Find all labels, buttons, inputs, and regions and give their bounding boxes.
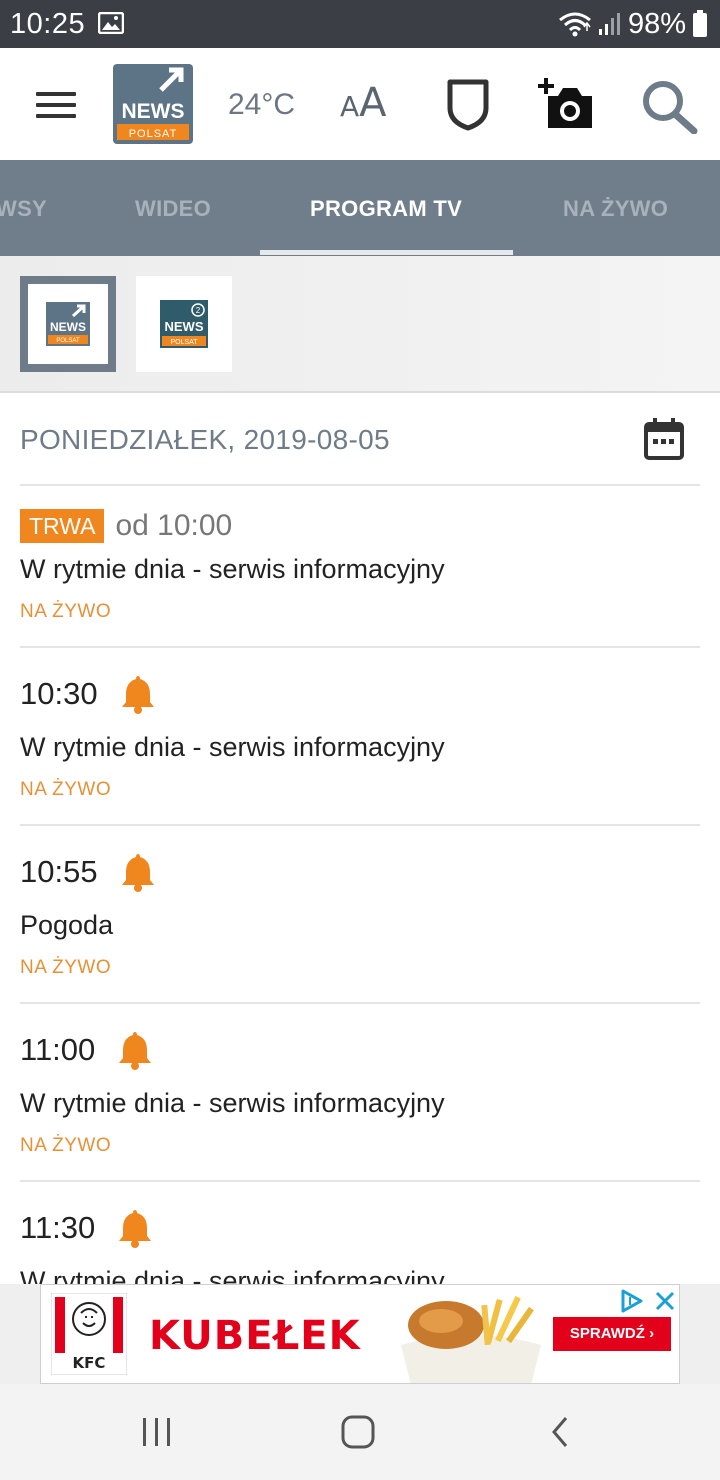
system-nav-bar [0,1384,720,1480]
program-time-line: 10:55 [20,852,156,892]
channel-polsat-news-2[interactable]: 2 NEWS POLSAT [136,276,232,372]
program-time: 10:55 [20,854,98,889]
svg-text:POLSAT: POLSAT [56,338,80,344]
svg-text:NEWS: NEWS [122,100,185,123]
search-icon[interactable] [640,78,698,134]
program-status: NA ŻYWO [20,601,112,622]
status-bar: 10:25 98% [0,0,720,48]
bell-icon[interactable] [117,1030,153,1070]
kfc-logo: KFC [51,1293,127,1375]
ad-choices-icon[interactable] [619,1289,645,1313]
image-icon [98,12,124,34]
program-time: 11:30 [20,1210,96,1245]
font-size-small-label: A [340,90,360,123]
active-tab-indicator [260,250,513,255]
battery-icon [693,10,707,37]
ad-banner[interactable]: KFC KUBEŁEK SPRAWDŹ › [40,1284,680,1384]
tab-bar: WSY WIDEO PROGRAM TV NA ŻYWO [0,160,720,256]
battery-percent: 98% [627,7,686,40]
ad-food-image [401,1295,541,1383]
channel-selector: NEWS POLSAT 2 NEWS POLSAT [0,256,720,393]
channel-logo: NEWS POLSAT [46,302,90,346]
shield-icon[interactable] [446,76,490,132]
schedule-date-row: PONIEDZIAŁEK, 2019-08-05 [20,412,700,486]
menu-icon[interactable] [36,92,76,118]
program-time-line: 10:30 [20,674,156,714]
bell-icon[interactable] [117,1208,153,1248]
svg-text:POLSAT: POLSAT [129,128,178,140]
tab-wideo[interactable]: WIDEO [135,196,211,222]
ad-cta-button[interactable]: SPRAWDŹ › [553,1317,671,1351]
app-header: NEWS POLSAT 24°C AA [0,48,720,160]
ad-headline: KUBEŁEK [149,1313,361,1359]
program-item[interactable]: 10:55 Pogoda NA ŻYWO [20,852,700,1004]
status-time: 10:25 [10,8,86,40]
news-polsat-logo[interactable]: NEWS POLSAT [113,64,193,144]
status-icons: 98% [558,8,708,40]
bell-icon[interactable] [120,852,156,892]
tab-program-tv[interactable]: PROGRAM TV [310,196,462,222]
program-title: Pogoda [20,910,114,940]
program-title: W rytmie dnia - serwis informacyjny [20,1266,445,1284]
font-size-big-label: A [359,80,387,126]
tab-news[interactable]: WSY [0,196,47,222]
program-time-line: 11:30 [20,1208,153,1248]
svg-text:NEWS: NEWS [50,320,86,334]
program-item[interactable]: TRWA od 10:00 W rytmie dnia - serwis inf… [20,506,700,648]
program-status: NA ŻYWO [20,1135,112,1156]
program-time-line: 11:00 [20,1030,153,1070]
wifi-icon [559,12,591,37]
program-status: NA ŻYWO [20,957,112,978]
svg-text:POLSAT: POLSAT [170,339,198,346]
program-time: 11:00 [20,1032,96,1067]
now-playing-badge: TRWA [20,509,105,543]
bell-icon[interactable] [120,674,156,714]
home-icon[interactable] [340,1414,376,1450]
svg-text:KFC: KFC [73,1354,106,1372]
svg-text:NEWS: NEWS [165,319,204,334]
schedule-date: PONIEDZIAŁEK, 2019-08-05 [20,424,390,455]
add-photo-icon[interactable] [538,76,594,130]
tab-na-zywo[interactable]: NA ŻYWO [563,196,668,222]
signal-icon [598,13,620,35]
program-title: W rytmie dnia - serwis informacyjny [20,732,445,762]
font-size-button[interactable]: AA [340,80,387,126]
channel-logo: 2 NEWS POLSAT [160,300,208,348]
program-time: 10:30 [20,676,98,711]
program-status: NA ŻYWO [20,779,112,800]
close-icon[interactable] [653,1289,677,1313]
calendar-icon[interactable] [644,418,684,460]
program-title: W rytmie dnia - serwis informacyjny [20,1088,445,1118]
recent-apps-icon[interactable] [140,1414,174,1450]
program-title: W rytmie dnia - serwis informacyjny [20,554,445,584]
channel-polsat-news[interactable]: NEWS POLSAT [20,276,116,372]
program-item[interactable]: 11:00 W rytmie dnia - serwis informacyjn… [20,1030,700,1182]
temperature: 24°C [228,88,296,121]
program-time-line: TRWA od 10:00 [20,506,232,546]
program-item[interactable]: 10:30 W rytmie dnia - serwis informacyjn… [20,674,700,826]
svg-text:2: 2 [196,306,201,315]
back-icon[interactable] [546,1414,574,1450]
program-time: od 10:00 [115,509,233,542]
ad-area: KFC KUBEŁEK SPRAWDŹ › [0,1284,720,1384]
program-item[interactable]: 11:30 W rytmie dnia - serwis informacyjn… [20,1208,700,1284]
